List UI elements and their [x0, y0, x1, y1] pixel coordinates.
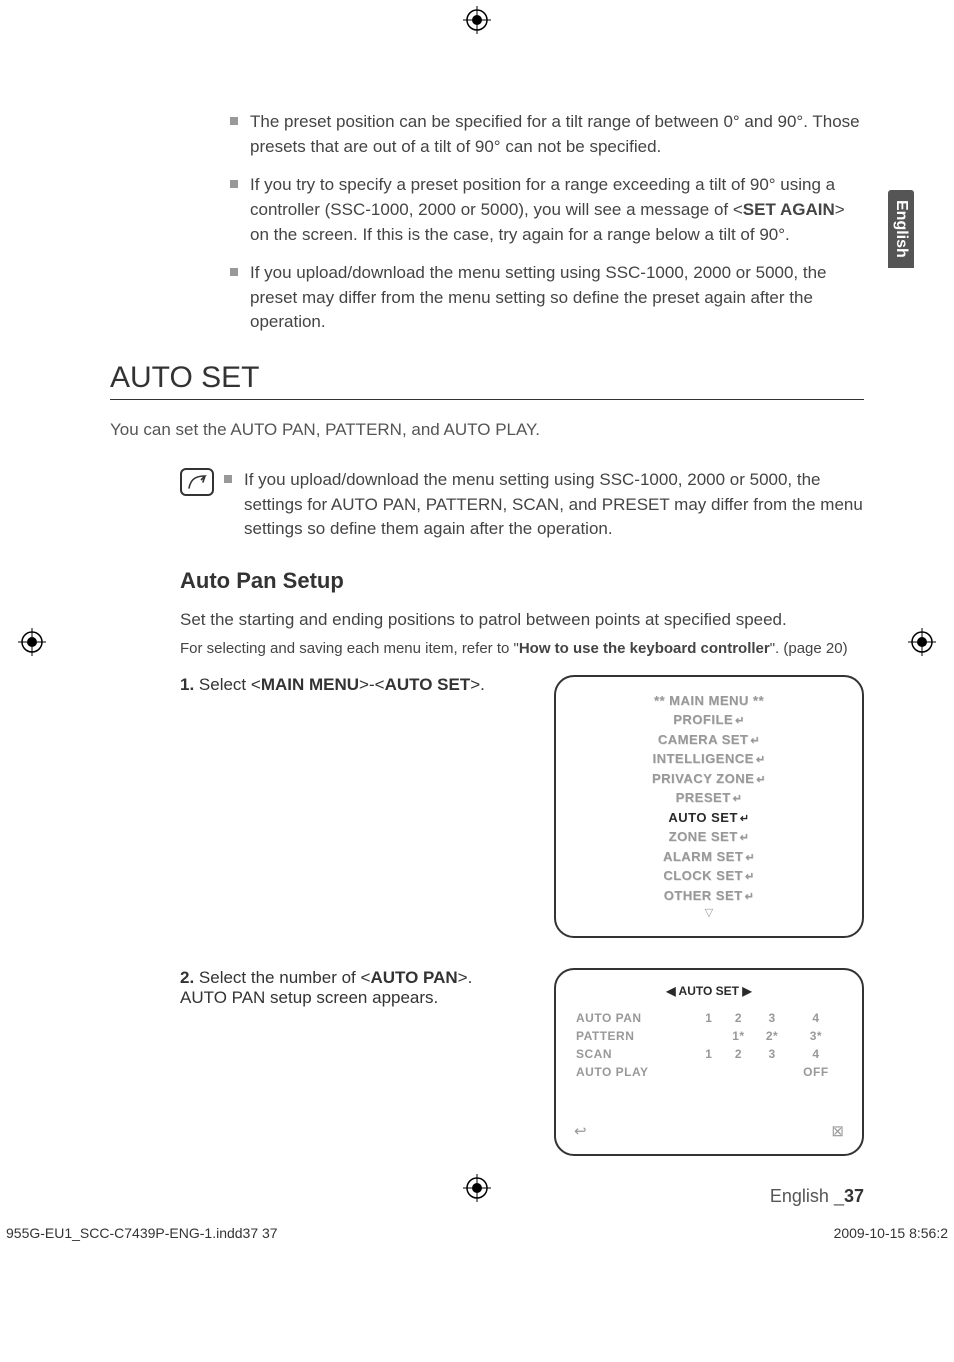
print-timestamp: 2009-10-15 8:56:2	[834, 1225, 948, 1241]
sub-small-text: For selecting and saving each menu item,…	[180, 640, 864, 657]
table-row: SCAN1234	[576, 1046, 842, 1062]
sub-heading-auto-pan-setup: Auto Pan Setup	[180, 568, 864, 594]
table-cell: 4	[790, 1010, 842, 1026]
bullet-icon	[224, 475, 232, 483]
print-filename: 955G-EU1_SCC-C7439P-ENG-1.indd37 37	[6, 1225, 278, 1241]
step-2-text: 2. Select the number of <AUTO PAN>. AUTO…	[180, 968, 540, 1008]
table-cell: 4	[790, 1046, 842, 1062]
note-icon	[180, 468, 214, 496]
main-menu-screen: ** MAIN MENU ** PROFILECAMERA SETINTELLI…	[554, 675, 864, 938]
menu-item: PRIVACY ZONE	[574, 769, 844, 789]
section-heading-auto-set: AUTO SET	[110, 361, 864, 400]
bullet-item: If you try to specify a preset position …	[230, 173, 864, 247]
table-cell	[697, 1064, 721, 1080]
table-cell: AUTO PLAY	[576, 1064, 695, 1080]
back-icon: ↩	[574, 1122, 587, 1140]
menu-item: ALARM SET	[574, 847, 844, 867]
table-cell: 1	[697, 1046, 721, 1062]
bullet-item: If you upload/download the menu setting …	[230, 261, 864, 335]
bullet-icon	[230, 268, 238, 276]
print-registration-icon	[463, 6, 491, 39]
bullet-text: The preset position can be specified for…	[250, 110, 864, 159]
bullet-icon	[230, 117, 238, 125]
table-cell: 2	[723, 1046, 755, 1062]
print-registration-icon	[18, 628, 46, 661]
menu-item: INTELLIGENCE	[574, 749, 844, 769]
table-cell: PATTERN	[576, 1028, 695, 1044]
menu-item: AUTO SET	[574, 808, 844, 828]
menu-item: OTHER SET	[574, 886, 844, 906]
table-cell: AUTO PAN	[576, 1010, 695, 1026]
table-row: AUTO PAN1234	[576, 1010, 842, 1026]
table-cell: 2	[723, 1010, 755, 1026]
table-cell	[697, 1028, 721, 1044]
close-icon: ⊠	[831, 1122, 844, 1140]
table-cell: 3*	[790, 1028, 842, 1044]
menu-title: ** MAIN MENU **	[574, 691, 844, 711]
menu-item: CAMERA SET	[574, 730, 844, 750]
table-cell	[723, 1064, 755, 1080]
table-cell: 3	[756, 1046, 788, 1062]
table-cell: 1	[697, 1010, 721, 1026]
table-cell	[756, 1064, 788, 1080]
note-text: If you upload/download the menu setting …	[244, 468, 864, 542]
table-row: AUTO PLAY OFF	[576, 1064, 842, 1080]
bullet-item: The preset position can be specified for…	[230, 110, 864, 159]
bullet-icon	[230, 180, 238, 188]
table-cell: OFF	[790, 1064, 842, 1080]
menu-item: PRESET	[574, 788, 844, 808]
bullet-text: If you try to specify a preset position …	[250, 173, 864, 247]
table-cell: 2*	[756, 1028, 788, 1044]
table-cell: 1*	[723, 1028, 755, 1044]
menu-item: CLOCK SET	[574, 866, 844, 886]
print-registration-icon	[463, 1174, 491, 1207]
bullet-text: If you upload/download the menu setting …	[250, 261, 864, 335]
page-footer: English _37	[230, 1186, 864, 1207]
sub-body-text: Set the starting and ending positions to…	[180, 608, 864, 632]
language-tab: English	[888, 190, 914, 268]
intro-text: You can set the AUTO PAN, PATTERN, and A…	[110, 420, 864, 440]
table-cell: SCAN	[576, 1046, 695, 1062]
menu-item: PROFILE	[574, 710, 844, 730]
print-metadata-footer: 955G-EU1_SCC-C7439P-ENG-1.indd37 37 2009…	[0, 1225, 954, 1241]
menu-item: ZONE SET	[574, 827, 844, 847]
table-row: PATTERN 1*2*3*	[576, 1028, 842, 1044]
down-triangle-icon: ▽	[574, 905, 844, 922]
step-1-text: 1. Select <MAIN MENU>-<AUTO SET>.	[180, 675, 540, 695]
auto-set-screen: ◀ AUTO SET ▶ AUTO PAN1234PATTERN1*2*3*SC…	[554, 968, 864, 1156]
print-registration-icon	[908, 628, 936, 661]
table-cell: 3	[756, 1010, 788, 1026]
auto-set-header: ◀ AUTO SET ▶	[574, 984, 844, 998]
